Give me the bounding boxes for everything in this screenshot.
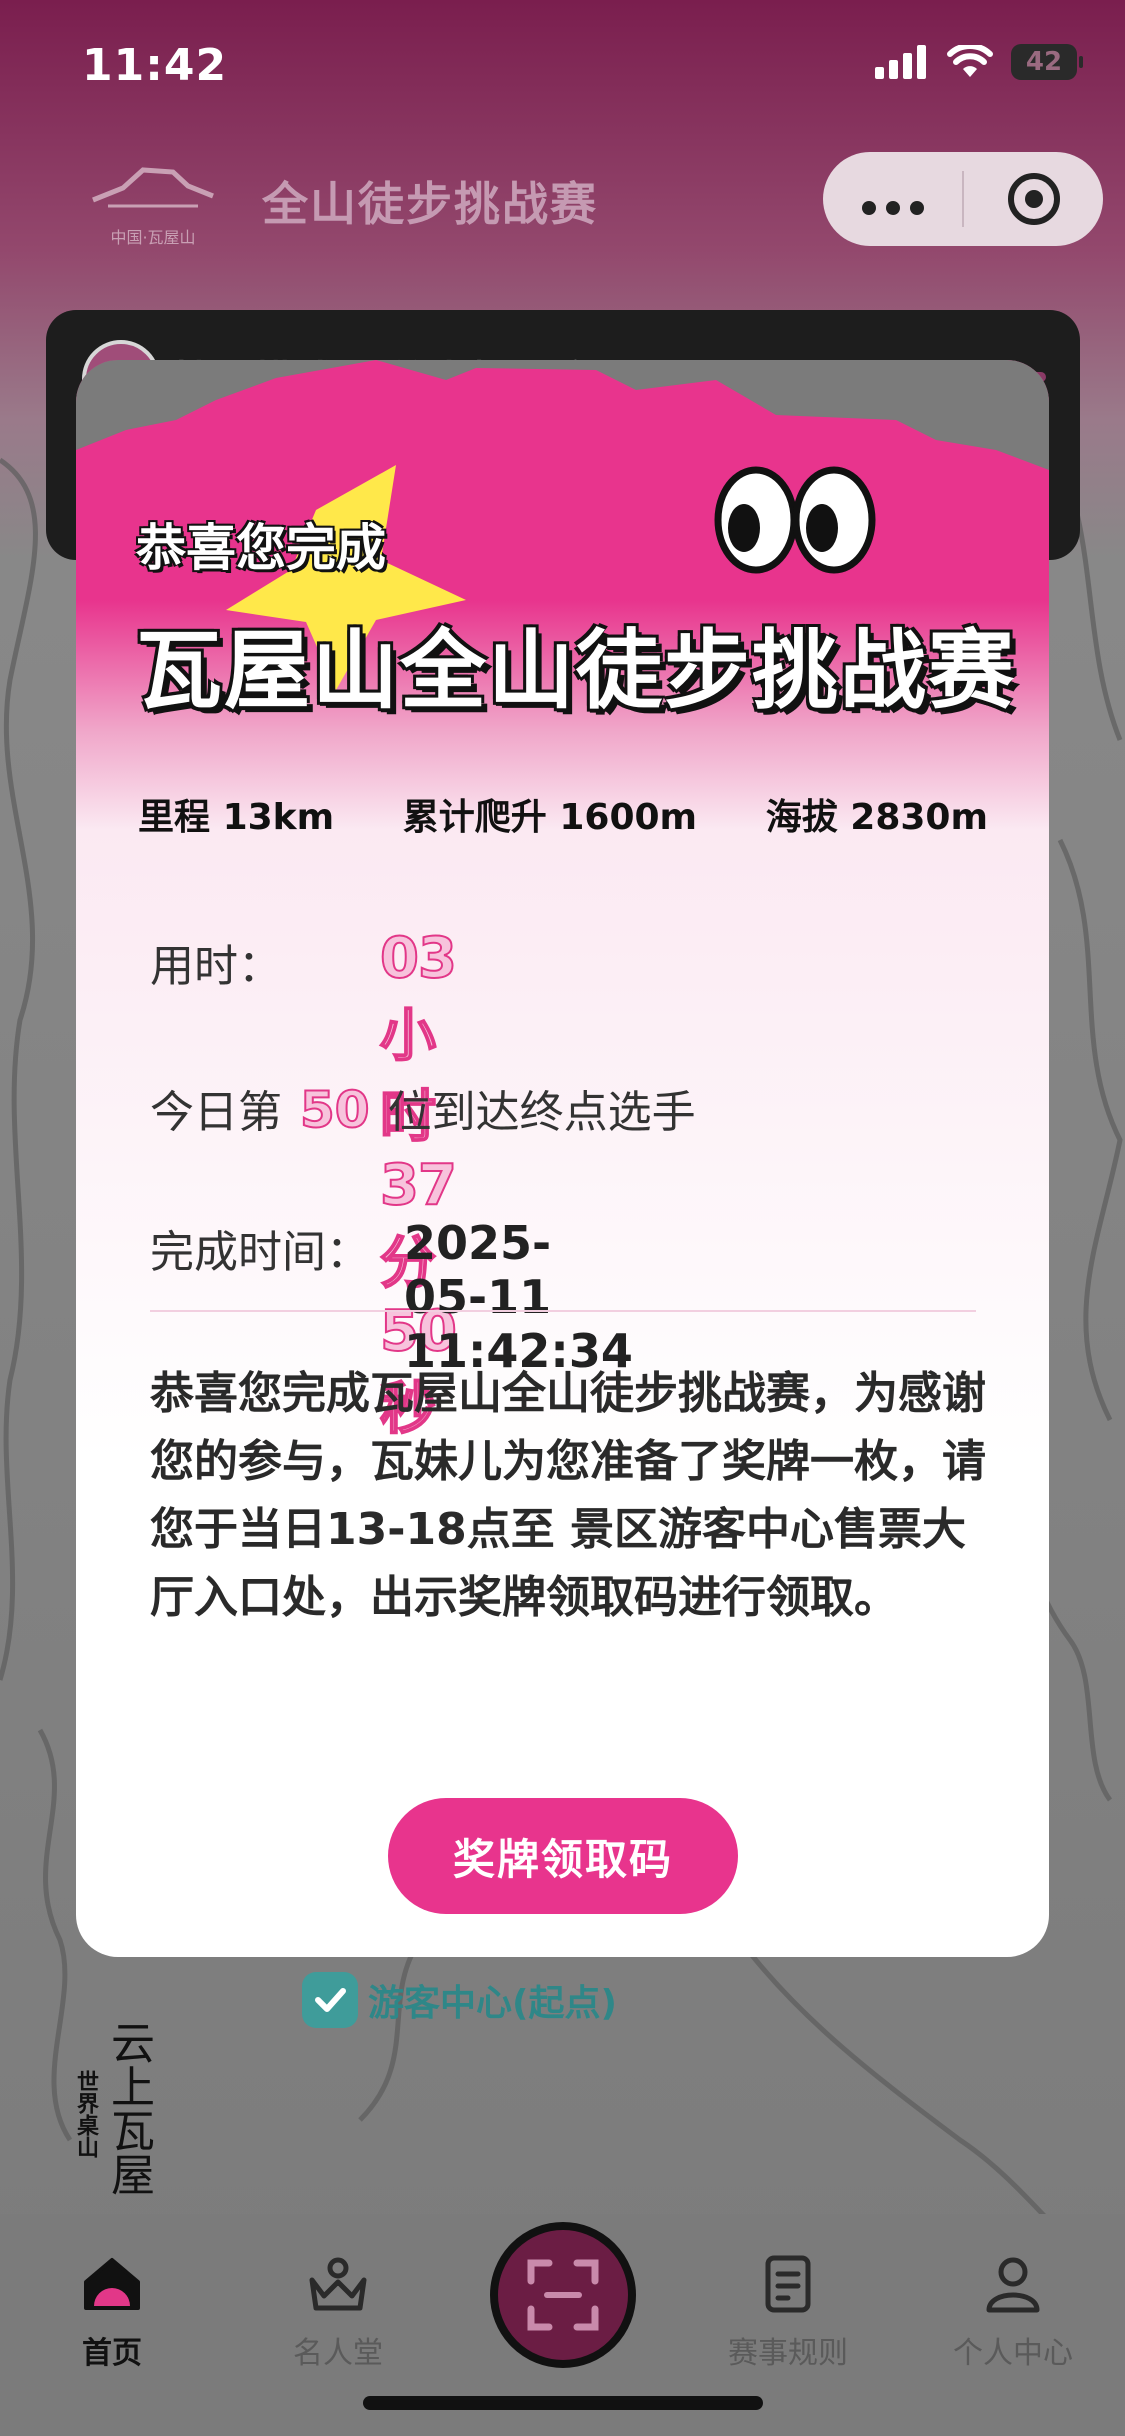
rank-value: 50 bbox=[299, 1080, 371, 1140]
completion-modal: 恭喜您完成 瓦屋山全山徒步挑战赛 里程 13km 累计爬升 1600m 海拔 2… bbox=[76, 360, 1049, 1957]
more-button[interactable] bbox=[823, 179, 962, 219]
mountain-logo-icon bbox=[92, 167, 214, 208]
home-icon bbox=[84, 2258, 140, 2310]
rank-row: 今日第 50 位到达终点选手 bbox=[150, 1076, 696, 1140]
crown-icon bbox=[309, 2257, 367, 2311]
stat-value: 13km bbox=[222, 797, 335, 838]
logo-text: 中国·瓦屋山 bbox=[110, 228, 196, 247]
calligraphy-title: 云上瓦屋 bbox=[103, 2020, 154, 2196]
race-name: 瓦屋山全山徒步挑战赛 bbox=[136, 621, 1016, 721]
user-icon bbox=[986, 2257, 1040, 2313]
target-icon bbox=[1007, 173, 1060, 225]
tab-label: 名人堂 bbox=[293, 2336, 383, 2371]
checkpoint-start[interactable]: 游客中心(起点) bbox=[302, 1972, 617, 2028]
stat-climb: 累计爬升 1600m bbox=[403, 788, 697, 840]
tab-hall-of-fame[interactable]: 名人堂 bbox=[258, 2254, 418, 2372]
award-message: 恭喜您完成瓦屋山全山徒步挑战赛，为感谢您的参与，瓦妹儿为您准备了奖牌一枚，请您于… bbox=[150, 1368, 986, 1623]
stat-value: 2830m bbox=[850, 797, 988, 838]
tab-label: 个人中心 bbox=[953, 2336, 1073, 2371]
battery-icon: 42 bbox=[1011, 44, 1083, 80]
rank-suffix: 位到达终点选手 bbox=[387, 1087, 696, 1138]
finish-time-row: 完成时间： 2025-05-11 11:42:34 bbox=[150, 1216, 633, 1378]
duration-label: 用时： bbox=[150, 941, 282, 992]
status-time: 11:42 bbox=[82, 40, 228, 91]
app-title: 全山徒步挑战赛 bbox=[262, 177, 598, 231]
scan-icon bbox=[527, 2259, 599, 2331]
stat-label: 里程 bbox=[138, 797, 211, 838]
calligraphy-subtitle: 世界桌山 bbox=[73, 2070, 99, 2158]
more-dots-icon bbox=[861, 201, 924, 215]
medal-code-button[interactable]: 奖牌领取码 bbox=[388, 1798, 738, 1914]
tab-label: 赛事规则 bbox=[728, 2336, 848, 2371]
app-header: 中国·瓦屋山 全山徒步挑战赛 bbox=[0, 140, 1125, 260]
wifi-icon bbox=[947, 45, 993, 77]
rank-prefix: 今日第 bbox=[150, 1087, 282, 1138]
calligraphy-logo: 云上瓦屋 世界桌山 bbox=[70, 2020, 170, 2200]
status-icons: 42 bbox=[875, 44, 1083, 80]
rules-icon bbox=[765, 2255, 811, 2313]
tab-home[interactable]: 首页 bbox=[32, 2254, 192, 2372]
scan-button[interactable] bbox=[490, 2222, 636, 2368]
tab-label: 首页 bbox=[82, 2336, 142, 2371]
stat-distance: 里程 13km bbox=[138, 788, 334, 840]
stat-label: 累计爬升 bbox=[402, 797, 547, 838]
stat-label: 海拔 bbox=[765, 797, 838, 838]
checkpoint-label: 游客中心(起点) bbox=[368, 1983, 617, 2024]
close-program-button[interactable] bbox=[964, 171, 1103, 227]
finish-time-label: 完成时间： bbox=[150, 1227, 370, 1278]
tab-profile[interactable]: 个人中心 bbox=[933, 2254, 1093, 2372]
tab-rules[interactable]: 赛事规则 bbox=[708, 2254, 868, 2372]
stat-altitude: 海拔 2830m bbox=[766, 788, 988, 840]
check-icon bbox=[302, 1972, 358, 2028]
finish-time-value: 2025-05-11 11:42:34 bbox=[404, 1216, 633, 1378]
congrats-text: 恭喜您完成 bbox=[136, 519, 386, 577]
stat-value: 1600m bbox=[559, 797, 698, 838]
duration-row: 用时： 03小时37分50秒 bbox=[150, 925, 458, 1443]
mini-program-capsule bbox=[823, 152, 1103, 246]
home-indicator bbox=[363, 2396, 763, 2410]
signal-icon bbox=[875, 45, 926, 79]
race-stats: 里程 13km 累计爬升 1600m 海拔 2830m bbox=[138, 788, 988, 840]
logo: 中国·瓦屋山 bbox=[88, 160, 218, 247]
divider bbox=[150, 1310, 976, 1312]
